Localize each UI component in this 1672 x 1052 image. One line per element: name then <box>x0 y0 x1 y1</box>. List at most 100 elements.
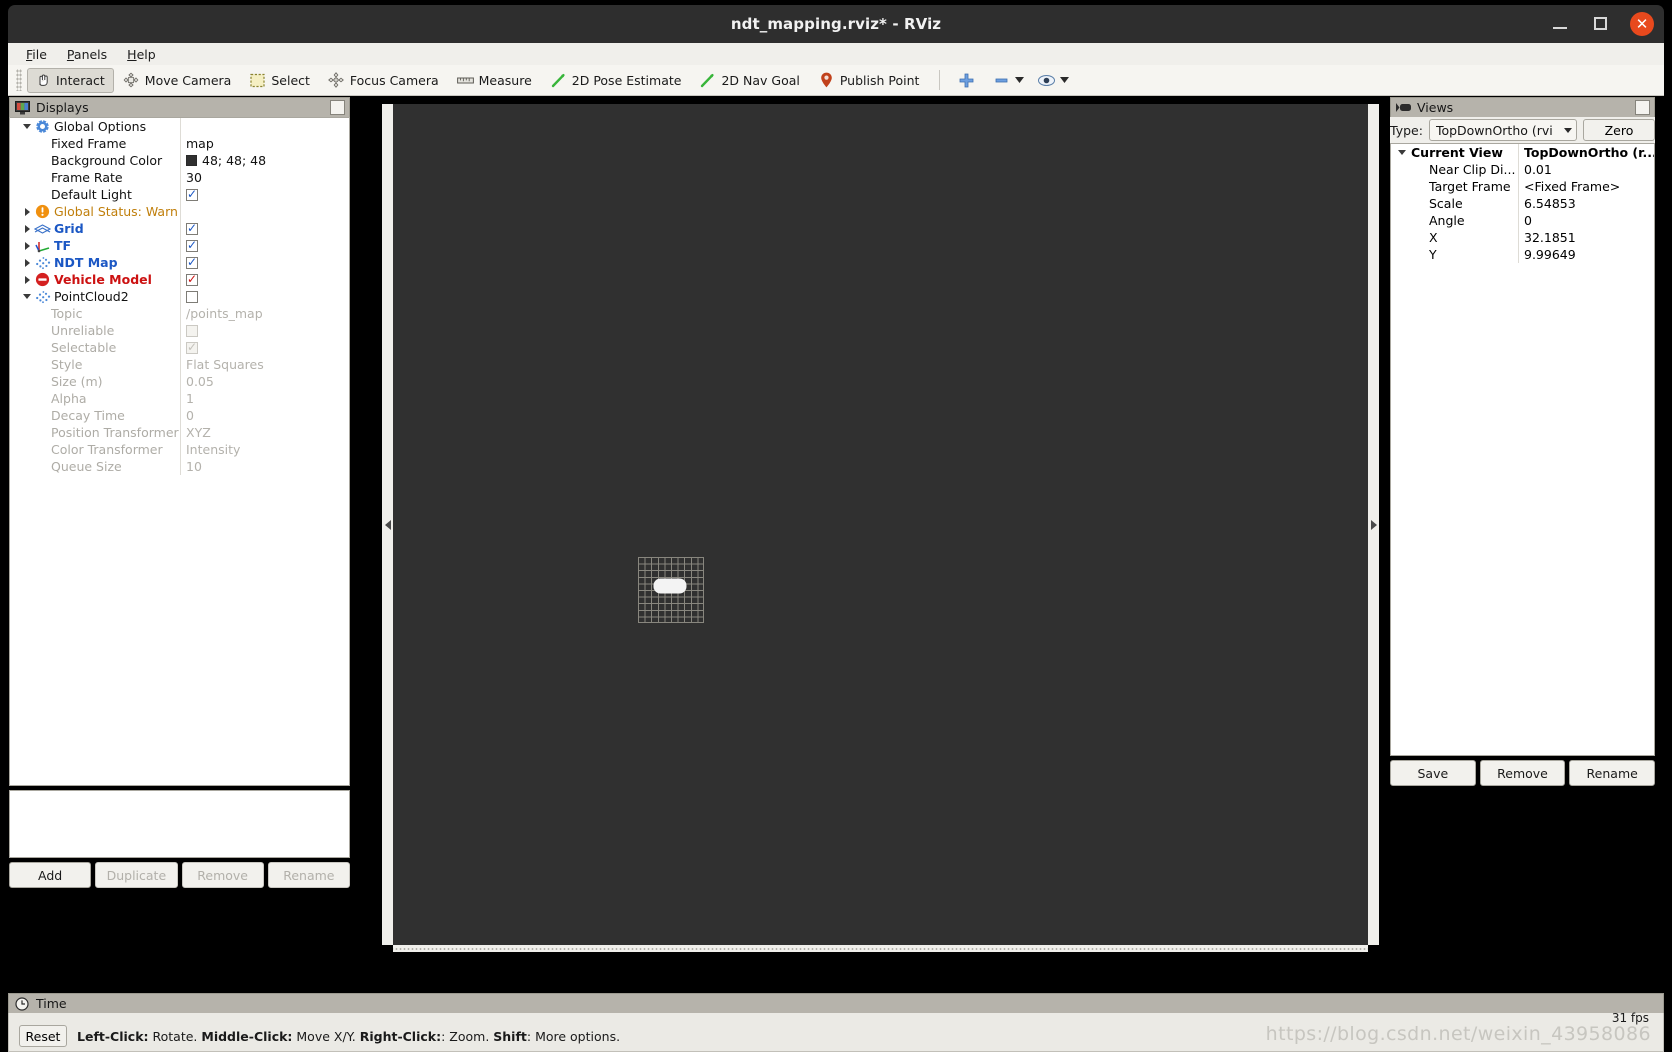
display-row-value-cell[interactable] <box>180 322 349 339</box>
views-row[interactable]: X 32.1851 <box>1391 229 1654 246</box>
chevron-right-icon[interactable] <box>20 271 34 288</box>
maximize-icon[interactable] <box>1590 13 1612 35</box>
display-row[interactable]: Frame Rate 30 <box>10 169 349 186</box>
tool-publish-point[interactable]: Publish Point <box>811 68 929 93</box>
display-row[interactable]: NDT Map ✓ <box>10 254 349 271</box>
display-row-value-cell[interactable]: ✓ <box>180 220 349 237</box>
views-row[interactable]: Current View TopDownOrtho (r... <box>1391 144 1654 161</box>
chevron-down-icon[interactable] <box>20 118 34 135</box>
collapse-left-arrow-icon[interactable] <box>382 104 393 945</box>
tool-measure[interactable]: Measure <box>450 68 541 93</box>
display-row[interactable]: Queue Size 10 <box>10 458 349 475</box>
display-row[interactable]: Alpha 1 <box>10 390 349 407</box>
views-remove-button[interactable]: Remove <box>1479 760 1566 786</box>
menu-panels[interactable]: Panels <box>59 45 115 64</box>
views-row[interactable]: Target Frame <Fixed Frame> <box>1391 178 1654 195</box>
chevron-right-icon[interactable] <box>20 203 34 220</box>
display-row[interactable]: Fixed Frame map <box>10 135 349 152</box>
display-row[interactable]: Size (m) 0.05 <box>10 373 349 390</box>
zero-button[interactable]: Zero <box>1583 119 1655 141</box>
display-row[interactable]: Global Status: Warn <box>10 203 349 220</box>
views-item-value[interactable]: 32.1851 <box>1518 229 1654 246</box>
display-row-value-cell[interactable]: 0.05 <box>180 373 349 390</box>
views-row[interactable]: Scale 6.54853 <box>1391 195 1654 212</box>
display-enable-checkbox[interactable]: ✓ <box>186 239 198 252</box>
display-row[interactable]: Background Color 48; 48; 48 <box>10 152 349 169</box>
menu-help[interactable]: Help <box>119 45 164 64</box>
chevron-right-icon[interactable] <box>20 254 34 271</box>
views-row[interactable]: Angle 0 <box>1391 212 1654 229</box>
display-row[interactable]: Global Options <box>10 118 349 135</box>
views-item-value[interactable]: 0 <box>1518 212 1654 229</box>
display-row-value-cell[interactable]: /points_map <box>180 305 349 322</box>
chevron-right-icon[interactable] <box>20 237 34 254</box>
views-item-value[interactable]: TopDownOrtho (r... <box>1518 144 1654 161</box>
display-row[interactable]: PointCloud2 <box>10 288 349 305</box>
display-row[interactable]: Selectable ✓ <box>10 339 349 356</box>
display-row[interactable]: Position Transformer XYZ <box>10 424 349 441</box>
display-row-value-cell[interactable]: 0 <box>180 407 349 424</box>
display-row[interactable]: Unreliable <box>10 322 349 339</box>
display-row[interactable]: Topic/points_map <box>10 305 349 322</box>
tool-move-camera[interactable]: Move Camera <box>116 68 241 93</box>
chevron-right-icon[interactable] <box>20 220 34 237</box>
viewport-resize-grip[interactable] <box>393 945 1368 952</box>
3d-render-viewport[interactable] <box>393 104 1368 945</box>
views-row[interactable]: Y 9.99649 <box>1391 246 1654 263</box>
display-row-value-cell[interactable] <box>180 288 349 305</box>
views-rename-button[interactable]: Rename <box>1569 760 1656 786</box>
views-item-value[interactable]: <Fixed Frame> <box>1518 178 1654 195</box>
display-row-value-cell[interactable]: Flat Squares <box>180 356 349 373</box>
chevron-down-icon[interactable] <box>1395 144 1409 161</box>
display-row-value-cell[interactable]: ✓ <box>180 237 349 254</box>
display-enable-checkbox[interactable]: ✓ <box>186 256 198 269</box>
display-row-value-cell[interactable] <box>180 203 349 220</box>
display-row[interactable]: TF ✓ <box>10 237 349 254</box>
views-float-button[interactable] <box>1635 100 1650 115</box>
display-row-value-cell[interactable]: 10 <box>180 458 349 475</box>
display-enable-checkbox[interactable]: ✓ <box>186 188 198 201</box>
toolbar-drag-handle[interactable] <box>16 69 22 91</box>
display-row[interactable]: Vehicle Model ✓ <box>10 271 349 288</box>
views-item-value[interactable]: 9.99649 <box>1518 246 1654 263</box>
display-row-value-cell[interactable]: 30 <box>180 169 349 186</box>
displays-float-button[interactable] <box>330 100 345 115</box>
display-row-value-cell[interactable]: 48; 48; 48 <box>180 152 349 169</box>
display-enable-checkbox[interactable]: ✓ <box>186 273 198 286</box>
add-button[interactable]: Add <box>9 862 92 888</box>
display-enable-checkbox[interactable]: ✓ <box>186 222 198 235</box>
visibility-tool-button[interactable] <box>1031 68 1074 93</box>
display-row-value-cell[interactable]: ✓ <box>180 339 349 356</box>
reset-button[interactable]: Reset <box>19 1025 67 1047</box>
views-item-value[interactable]: 0.01 <box>1518 161 1654 178</box>
views-row[interactable]: Near Clip Di... 0.01 <box>1391 161 1654 178</box>
display-enable-checkbox[interactable]: ✓ <box>186 341 198 354</box>
display-row-value-cell[interactable]: map <box>180 135 349 152</box>
chevron-down-icon[interactable] <box>20 288 34 305</box>
display-row[interactable]: Grid ✓ <box>10 220 349 237</box>
tool-select[interactable]: Select <box>242 68 319 93</box>
display-row-value-cell[interactable]: ✓ <box>180 271 349 288</box>
views-save-button[interactable]: Save <box>1390 760 1476 786</box>
views-type-dropdown[interactable]: TopDownOrtho (rvi <box>1428 119 1577 141</box>
display-row-value-cell[interactable]: ✓ <box>180 254 349 271</box>
views-item-value[interactable]: 6.54853 <box>1518 195 1654 212</box>
color-swatch[interactable] <box>186 155 197 166</box>
display-row[interactable]: Decay Time 0 <box>10 407 349 424</box>
tool-focus-camera[interactable]: Focus Camera <box>321 68 448 93</box>
displays-tree[interactable]: Global Options Fixed Frame map Background C… <box>9 117 350 786</box>
display-row-value-cell[interactable]: Intensity <box>180 441 349 458</box>
close-icon[interactable]: ✕ <box>1630 12 1654 36</box>
display-enable-checkbox[interactable] <box>186 324 198 337</box>
collapse-right-arrow-icon[interactable] <box>1368 104 1379 945</box>
display-row-value-cell[interactable]: ✓ <box>180 186 349 203</box>
menu-file[interactable]: File <box>18 45 55 64</box>
display-row[interactable]: Default Light ✓ <box>10 186 349 203</box>
tool-2d-nav-goal[interactable]: 2D Nav Goal <box>692 68 808 93</box>
display-row[interactable]: Color Transformer Intensity <box>10 441 349 458</box>
remove-tool-button[interactable] <box>986 68 1029 93</box>
display-row[interactable]: Style Flat Squares <box>10 356 349 373</box>
display-row-value-cell[interactable] <box>180 118 349 135</box>
views-tree[interactable]: Current View TopDownOrtho (r... Near Clip … <box>1390 143 1655 756</box>
display-row-value-cell[interactable]: 1 <box>180 390 349 407</box>
